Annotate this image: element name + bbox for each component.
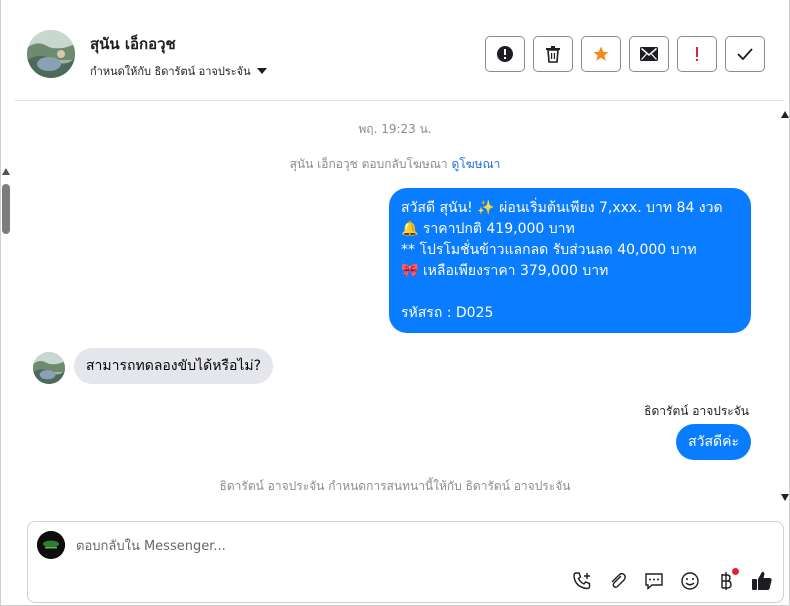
scroll-thumb[interactable] <box>2 184 10 234</box>
incoming-message-bubble[interactable]: สามารถทดลองขับได้หรือไม่? <box>74 348 274 384</box>
message-timestamp: พฤ. 19:23 น. <box>358 122 432 136</box>
notification-dot <box>732 568 739 575</box>
outgoing-message-bubble[interactable]: สวัสดีค่ะ <box>676 424 751 460</box>
assignee-dropdown[interactable]: กำหนดให้กับ ธิดารัตน์ อาจประจัน <box>90 62 267 80</box>
composer-actions <box>571 568 773 592</box>
header-toolbar <box>485 36 765 72</box>
done-button[interactable] <box>725 36 765 72</box>
star-icon <box>593 46 609 61</box>
page-avatar <box>37 531 65 559</box>
chat-bubble-icon[interactable] <box>643 570 665 592</box>
star-button[interactable] <box>581 36 621 72</box>
mark-unread-button[interactable] <box>629 36 669 72</box>
contact-avatar-small <box>33 352 65 384</box>
ad-reply-notice: สุนัน เอ็กอวุช ตอบกลับโฆษณา ดูโฆษณา <box>0 155 790 174</box>
assignment-notice: ธิดารัตน์ อาจประจัน กำหนดการสนทนานี้ให้ก… <box>219 479 571 493</box>
trash-icon <box>546 46 560 63</box>
reply-input[interactable] <box>76 535 676 557</box>
outgoing-message-bubble[interactable]: สวัสดี สุนัน! ✨ ผ่อนเริ่มต้นเพียง 7,xxx.… <box>389 188 751 333</box>
contact-name[interactable]: สุนัน เอ็กอวุช <box>90 32 176 56</box>
envelope-icon <box>640 47 658 61</box>
report-button[interactable] <box>485 36 525 72</box>
conversation-header: สุนัน เอ็กอวุช กำหนดให้กับ ธิดารัตน์ อาจ… <box>14 0 784 101</box>
baht-icon[interactable] <box>715 568 739 592</box>
paperclip-icon[interactable] <box>607 570 629 592</box>
caret-down-icon <box>256 68 267 74</box>
contact-avatar[interactable] <box>27 30 75 78</box>
ad-reply-text: สุนัน เอ็กอวุช ตอบกลับโฆษณา <box>289 157 448 171</box>
follow-up-button[interactable] <box>677 36 717 72</box>
emoji-icon[interactable] <box>679 570 701 592</box>
sender-name: ธิดารัตน์ อาจประจัน <box>644 404 749 418</box>
phone-add-icon[interactable] <box>571 570 593 592</box>
scroll-up-arrow-icon[interactable] <box>781 111 789 118</box>
left-scrollbar[interactable] <box>0 160 12 505</box>
alert-circle-icon <box>497 46 513 62</box>
view-ad-link[interactable]: ดูโฆษณา <box>451 157 500 171</box>
check-icon <box>737 48 753 60</box>
message-composer <box>27 521 784 603</box>
delete-button[interactable] <box>533 36 573 72</box>
exclamation-icon <box>696 47 698 61</box>
assignee-label: กำหนดให้กับ ธิดารัตน์ อาจประจัน <box>90 65 251 78</box>
thumbs-up-icon[interactable] <box>751 570 773 592</box>
